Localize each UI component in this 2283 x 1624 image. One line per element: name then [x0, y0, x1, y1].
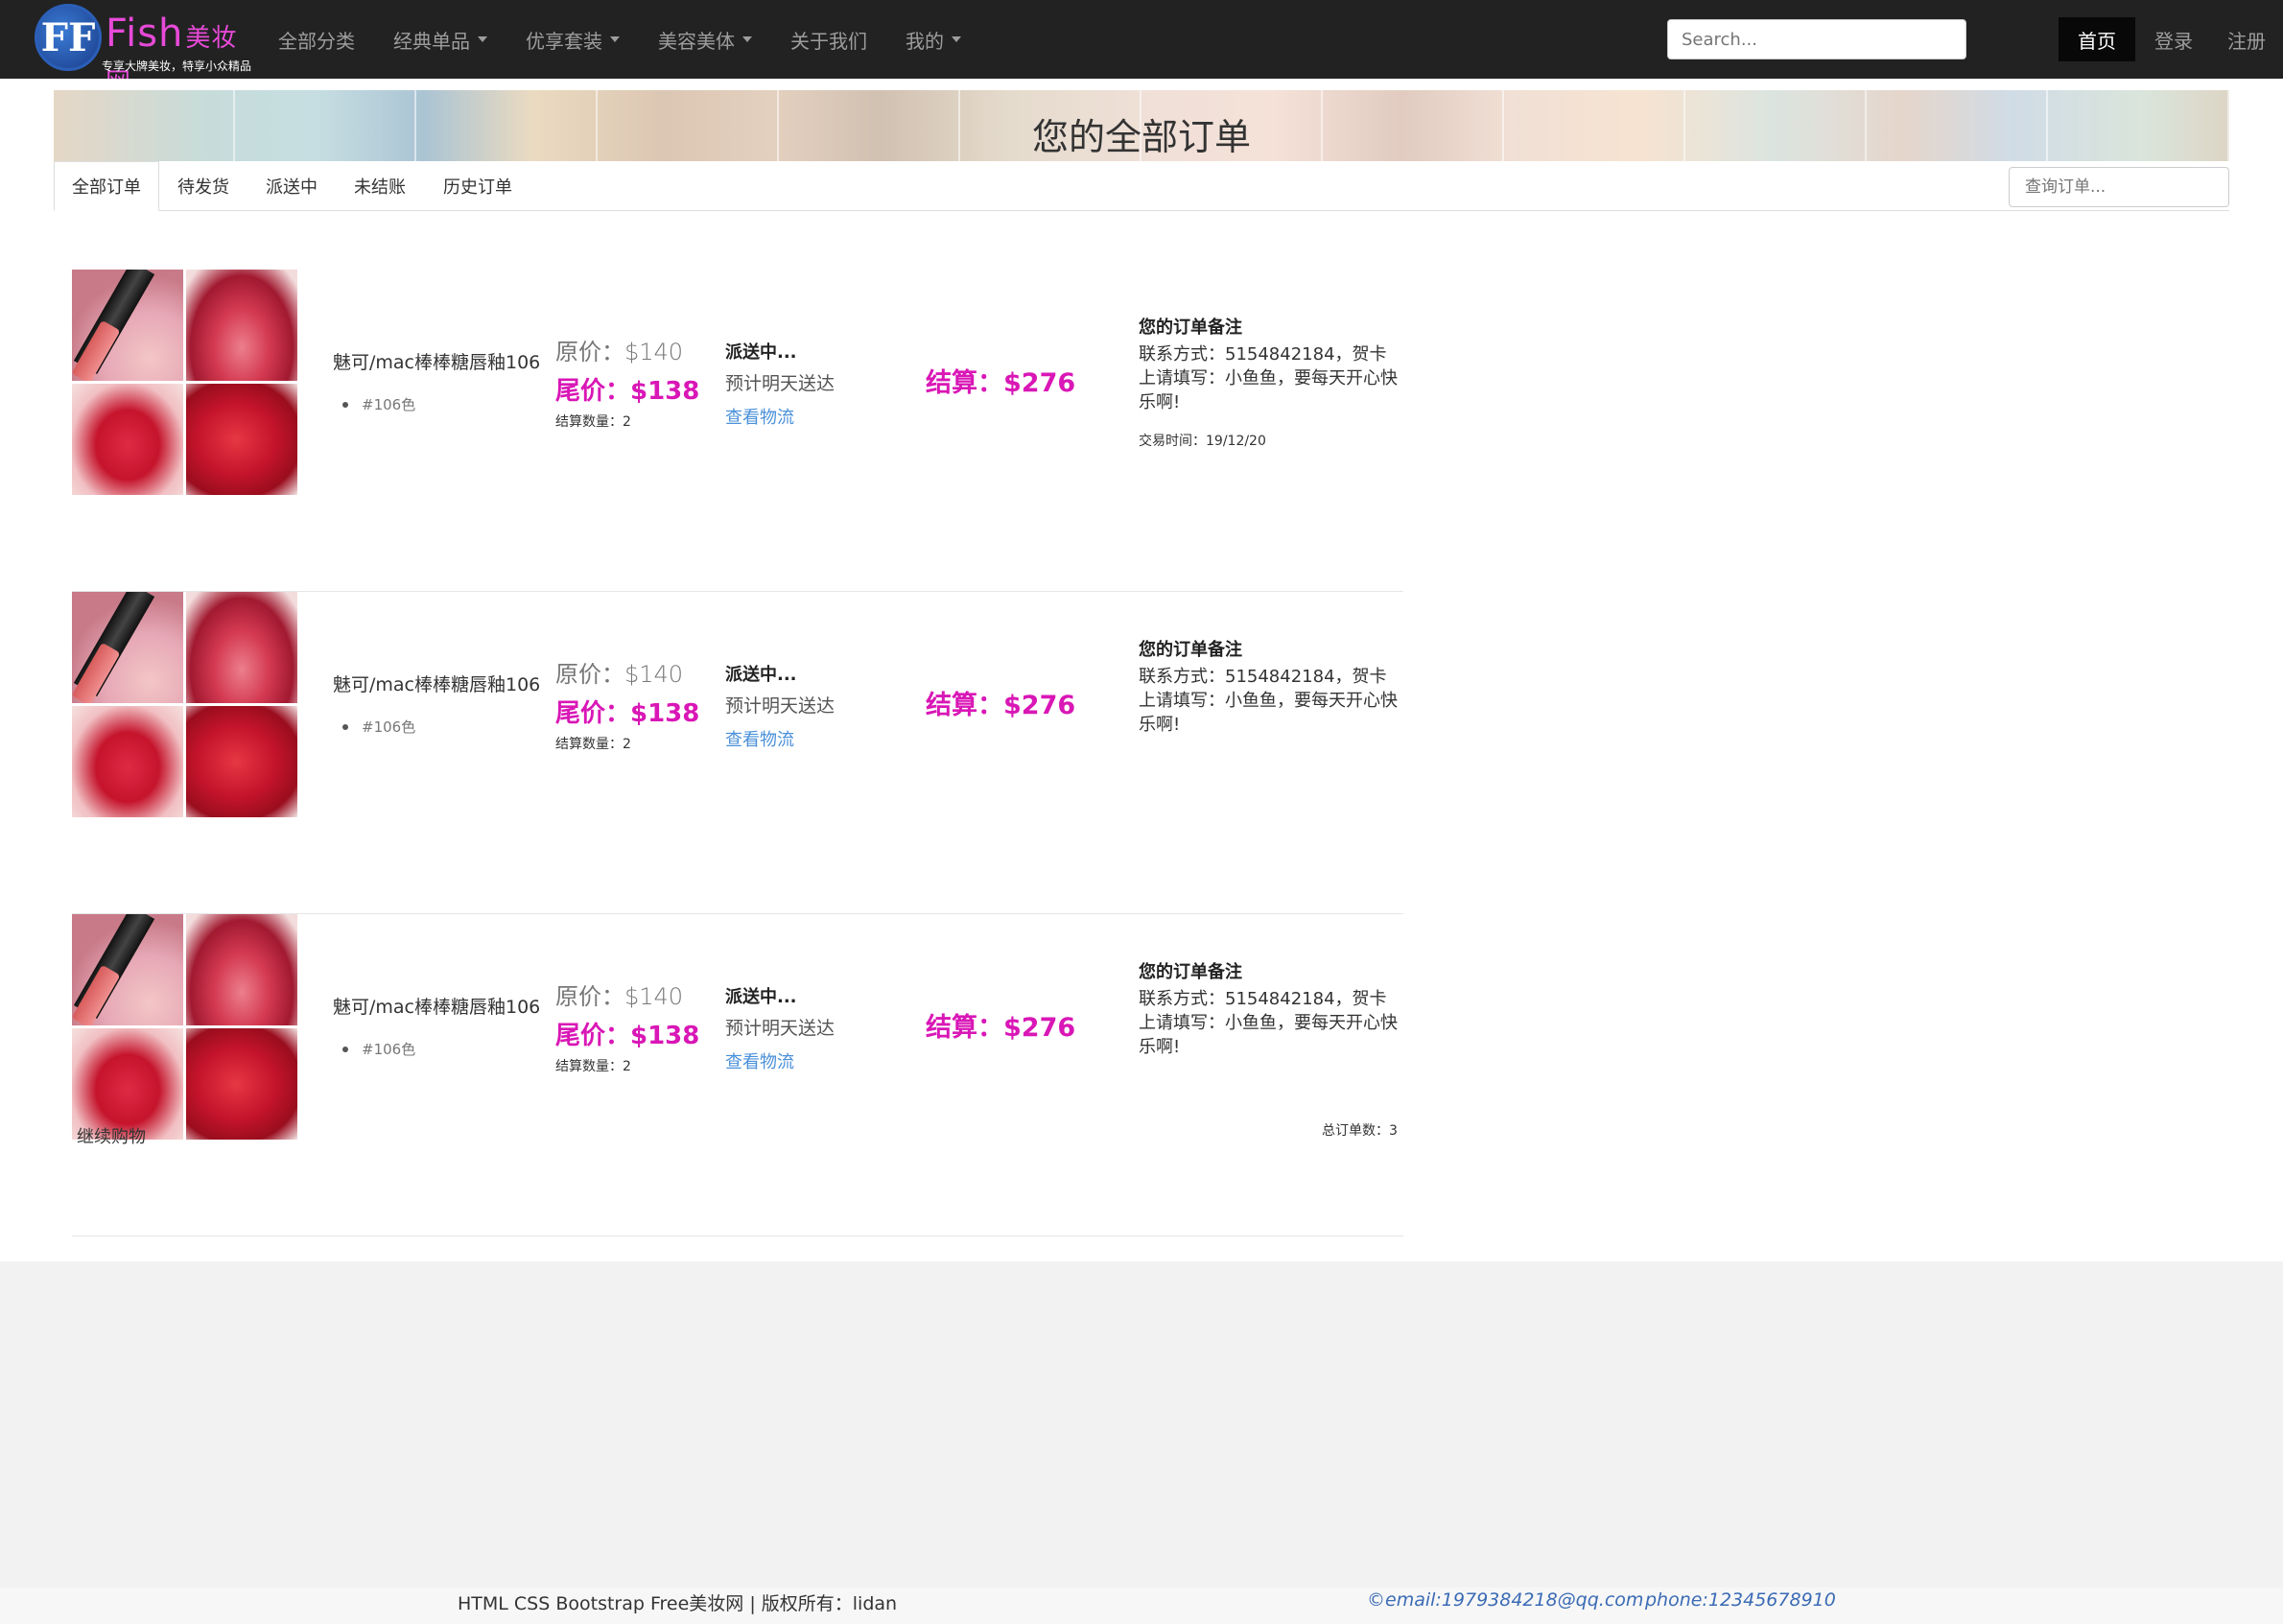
- nav-register-link[interactable]: 注册: [2210, 0, 2283, 79]
- view-logistics-link[interactable]: 查看物流: [725, 726, 794, 751]
- caret-down-icon: [478, 36, 487, 42]
- product-spec: #106色: [341, 1041, 416, 1058]
- order-note-text: 联系方式：5154842184，贺卡上请填写：小鱼鱼，要每天开心快乐啊!: [1139, 667, 1398, 735]
- caret-down-icon: [952, 36, 961, 42]
- product-name[interactable]: 魅可/mac棒棒糖唇釉106: [333, 348, 540, 374]
- product-name[interactable]: 魅可/mac棒棒糖唇釉106: [333, 671, 540, 696]
- footer-email[interactable]: ©email:1979384218@qq.com: [1367, 1589, 1643, 1611]
- original-price: 原价：$140: [555, 339, 684, 365]
- product-image[interactable]: [72, 592, 297, 817]
- order-note-text: 联系方式：5154842184，贺卡上请填写：小鱼鱼，要每天开心快乐啊!: [1139, 989, 1398, 1057]
- view-logistics-link[interactable]: 查看物流: [725, 404, 794, 429]
- main-menu: 全部分类 经典单品 优享套装 美容美体 关于我们 我的: [259, 0, 980, 79]
- footer-copyright: HTML CSS Bootstrap Free美妆网 | 版权所有：lidan: [458, 1593, 898, 1614]
- original-price: 原价：$140: [555, 983, 684, 1010]
- delivery-status: 派送中...: [725, 987, 797, 1007]
- delivery-status: 派送中...: [725, 342, 797, 363]
- nav-item-mine[interactable]: 我的: [886, 26, 980, 54]
- view-logistics-link[interactable]: 查看物流: [725, 1048, 794, 1073]
- original-price: 原价：$140: [555, 661, 684, 688]
- trade-time: 交易时间：19/12/20: [1139, 434, 1266, 449]
- tab-all-orders[interactable]: 全部订单: [54, 161, 159, 211]
- order-row: 魅可/mac棒棒糖唇釉106 #106色 原价：$140 尾价：$138 结算数…: [72, 592, 1403, 914]
- product-spec: #106色: [341, 718, 416, 736]
- order-note-title: 您的订单备注: [1139, 640, 1242, 660]
- product-image[interactable]: [72, 914, 297, 1140]
- account-links: 首页 登录 注册: [2059, 0, 2283, 79]
- nav-item-about-us[interactable]: 关于我们: [771, 26, 886, 54]
- page-title: 您的全部订单: [1031, 116, 1251, 158]
- quantity: 结算数量：2: [555, 414, 631, 430]
- order-row: 魅可/mac棒棒糖唇釉106 #106色 原价：$140 尾价：$138 结算数…: [72, 270, 1403, 592]
- order-note-title: 您的订单备注: [1139, 962, 1242, 982]
- tab-order-history[interactable]: 历史订单: [428, 161, 528, 211]
- nav-item-all-categories[interactable]: 全部分类: [259, 26, 374, 54]
- product-name[interactable]: 魅可/mac棒棒糖唇釉106: [333, 993, 540, 1019]
- final-price: 尾价：$138: [555, 1022, 700, 1050]
- orders-panel: 您的全部订单 全部订单 待发货 派送中 未结账 历史订单 魅可/mac棒棒糖唇釉…: [0, 79, 2283, 1261]
- orders-banner: 您的全部订单: [54, 90, 2229, 161]
- product-spec: #106色: [341, 396, 416, 413]
- site-search-input[interactable]: [1667, 19, 1966, 59]
- nav-item-premium-sets[interactable]: 优享套装: [506, 26, 639, 54]
- delivery-eta: 预计明天送达: [725, 695, 836, 717]
- total-orders-count: 总订单数：3: [1322, 1123, 1398, 1139]
- caret-down-icon: [610, 36, 620, 42]
- tab-unsettled[interactable]: 未结账: [340, 161, 420, 211]
- delivery-eta: 预计明天送达: [725, 373, 836, 394]
- caret-down-icon: [742, 36, 752, 42]
- order-tabs: 全部订单 待发货 派送中 未结账 历史订单: [54, 161, 2229, 211]
- footer-phone: phone:12345678910: [1645, 1589, 1836, 1611]
- logo-mark-icon: FF: [35, 4, 102, 71]
- nav-home-link[interactable]: 首页: [2059, 17, 2135, 61]
- final-price: 尾价：$138: [555, 699, 700, 728]
- order-note-title: 您的订单备注: [1139, 318, 1242, 338]
- order-row: 魅可/mac棒棒糖唇釉106 #106色 原价：$140 尾价：$138 结算数…: [72, 914, 1403, 1236]
- nav-item-classic-singles[interactable]: 经典单品: [374, 26, 506, 54]
- continue-shopping-link[interactable]: 继续购物: [77, 1123, 146, 1148]
- quantity: 结算数量：2: [555, 737, 631, 752]
- nav-item-beauty-body[interactable]: 美容美体: [639, 26, 771, 54]
- product-image[interactable]: [72, 270, 297, 495]
- tab-in-delivery[interactable]: 派送中: [251, 161, 332, 211]
- order-note-text: 联系方式：5154842184，贺卡上请填写：小鱼鱼，要每天开心快乐啊!: [1139, 344, 1398, 412]
- quantity: 结算数量：2: [555, 1059, 631, 1074]
- brand-slogan: 专享大牌美妆，特享小众精品: [102, 59, 252, 73]
- final-price: 尾价：$138: [555, 377, 700, 406]
- delivery-status: 派送中...: [725, 665, 797, 685]
- page-footer: HTML CSS Bootstrap Free美妆网 | 版权所有：lidan …: [0, 1588, 2283, 1624]
- brand-logo[interactable]: FF Fish美妆网 专享大牌美妆，特享小众精品: [35, 4, 255, 97]
- nav-login-link[interactable]: 登录: [2137, 0, 2210, 79]
- settlement-total: 结算：$276: [926, 368, 1076, 398]
- settlement-total: 结算：$276: [926, 1013, 1076, 1043]
- top-navbar: FF Fish美妆网 专享大牌美妆，特享小众精品 全部分类 经典单品 优享套装 …: [0, 0, 2283, 97]
- delivery-eta: 预计明天送达: [725, 1018, 836, 1039]
- order-search-input[interactable]: [2009, 167, 2229, 207]
- tab-pending-shipment[interactable]: 待发货: [163, 161, 244, 211]
- settlement-total: 结算：$276: [926, 691, 1076, 720]
